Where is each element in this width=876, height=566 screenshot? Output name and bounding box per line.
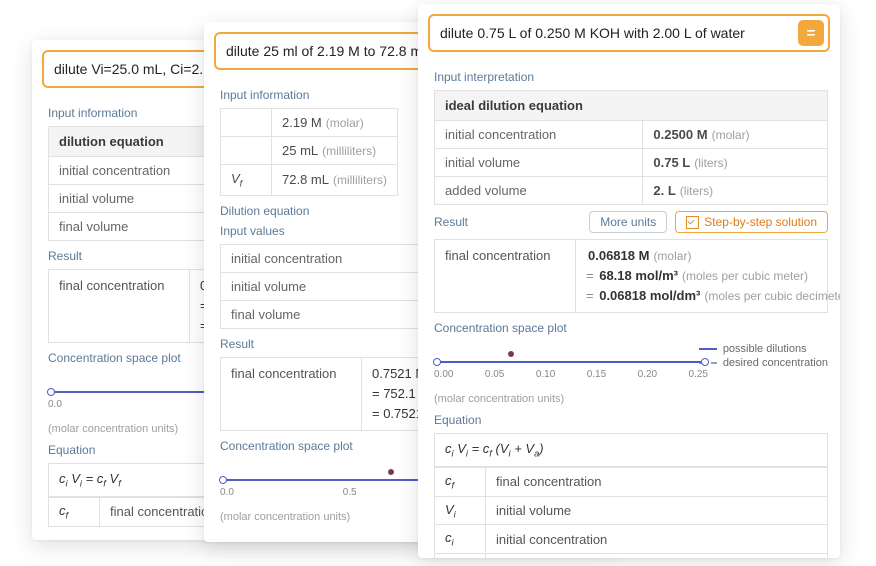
result-key: final concentration — [435, 240, 576, 312]
equation-formula: ci Vi = cf (Vi + Va) — [435, 434, 827, 467]
equals-icon: = — [807, 25, 816, 42]
table-row: initial volume0.75 L(liters) — [435, 149, 828, 177]
table-row: ciinitial concentration — [435, 525, 827, 554]
plot-legend: possible dilutions desired concentration — [699, 343, 828, 371]
search-bar[interactable]: dilute 0.75 L of 0.250 M KOH with 2.00 L… — [428, 14, 830, 52]
table-row: Vaadded volume — [435, 553, 827, 558]
result-block: final concentration 0.06818 M(molar) = 6… — [434, 239, 828, 313]
table-row: added volume2. L(liters) — [435, 177, 828, 205]
plot-marker — [388, 469, 394, 475]
checkbox-icon — [686, 216, 699, 229]
plot-ticks: 0.00 0.05 0.10 0.15 0.20 0.25 — [434, 369, 708, 380]
section-title-equation: Equation — [434, 413, 828, 427]
legend-swatch-line — [699, 348, 717, 350]
plot-axis-caption: (molar concentration units) — [434, 393, 828, 405]
section-title-result: Result — [434, 215, 468, 229]
section-title-input-interpretation: Input interpretation — [434, 70, 828, 84]
plot-axis — [434, 361, 708, 363]
concentration-plot: possible dilutions desired concentration… — [434, 343, 828, 391]
section-title-plot: Concentration space plot — [434, 321, 828, 335]
table-row: initial concentration0.2500 M(molar) — [435, 121, 828, 149]
table-row: Vf 72.8 mL(milliliters) — [221, 165, 398, 196]
search-input[interactable]: dilute 0.75 L of 0.250 M KOH with 2.00 L… — [440, 25, 790, 41]
plot-marker — [508, 351, 514, 357]
equation-box: ci Vi = cf (Vi + Va) cffinal concentrati… — [434, 433, 828, 558]
table-row: 2.19 M(molar) — [221, 109, 398, 137]
interp-header: ideal dilution equation — [435, 91, 828, 121]
result-key: final concentration — [221, 358, 362, 430]
result-value: 0.06818 M(molar) = 68.18 mol/m³(moles pe… — [576, 240, 840, 312]
table-row: 25 mL(milliliters) — [221, 137, 398, 165]
input-interpretation-table: ideal dilution equation initial concentr… — [434, 90, 828, 205]
input-info-table: 2.19 M(molar) 25 mL(milliliters) Vf 72.8… — [220, 108, 398, 196]
table-row: Viinitial volume — [435, 496, 827, 525]
table-row: cffinal concentration — [435, 468, 827, 497]
submit-button[interactable]: = — [798, 20, 824, 46]
result-key: final concentration — [49, 270, 190, 342]
step-by-step-button[interactable]: Step-by-step solution — [675, 211, 828, 233]
more-units-button[interactable]: More units — [589, 211, 667, 233]
result-card-3: dilute 0.75 L of 0.250 M KOH with 2.00 L… — [418, 4, 840, 558]
